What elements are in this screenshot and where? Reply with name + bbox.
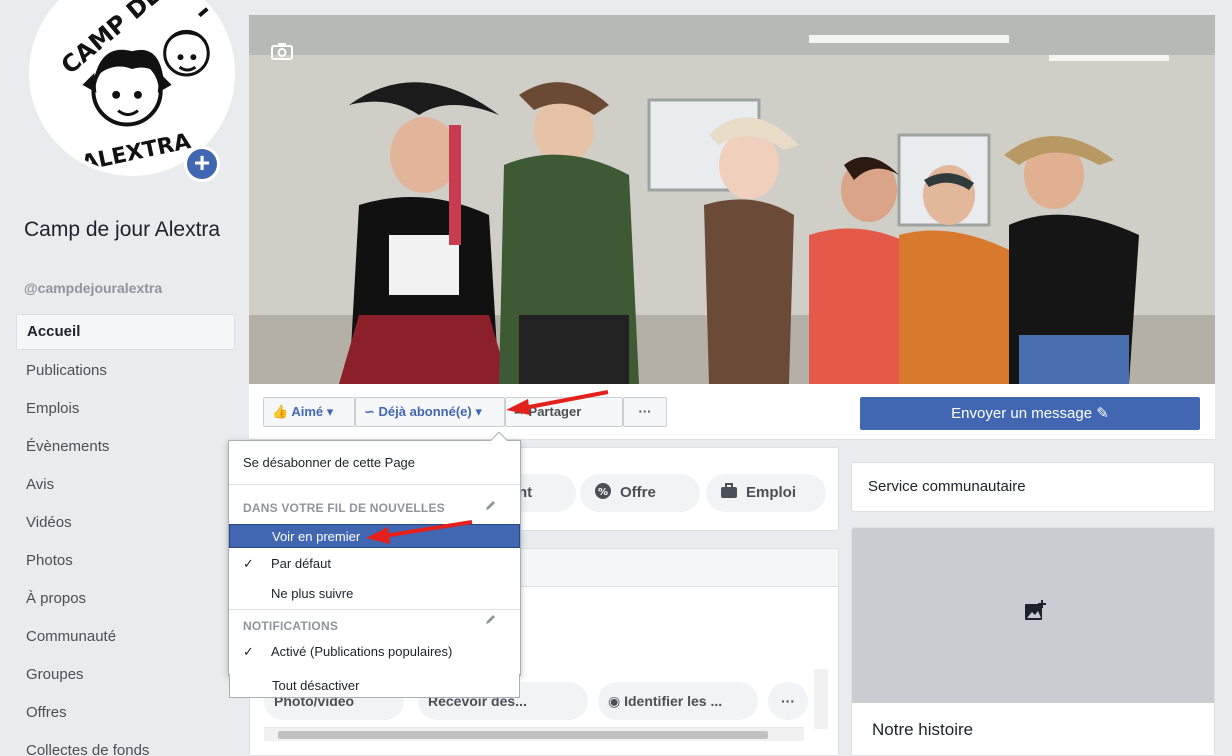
liked-label: Aimé — [291, 404, 324, 419]
sidebar-item-a-propos[interactable]: À propos — [16, 580, 235, 618]
more-button[interactable]: ··· — [623, 397, 667, 427]
unfollow-label: Ne plus suivre — [271, 586, 354, 601]
sidebar-item-accueil[interactable]: Accueil — [16, 314, 235, 350]
send-message-label: Envoyer un message — [951, 405, 1093, 422]
sidebar-item-offres[interactable]: Offres — [16, 694, 235, 732]
sidebar-item-groupes[interactable]: Groupes — [16, 656, 235, 694]
annotation-arrow-icon — [506, 390, 609, 415]
vertical-scrollbar[interactable] — [814, 669, 828, 729]
page-action-bar: 👍 Aimé ▾ ∽ Déjà abonné(e) ▾ ➦ Partager ·… — [249, 384, 1215, 440]
sidebar-item-collectes[interactable]: Collectes de fonds — [16, 732, 235, 756]
cover-photo-image — [249, 15, 1215, 384]
rss-icon: ∽ — [364, 404, 375, 419]
sidebar-item-evenements[interactable]: Évènements — [16, 428, 235, 466]
page-handle[interactable]: @campdejouralextra — [24, 280, 162, 296]
feed-section-header: DANS VOTRE FIL DE NOUVELLES — [243, 501, 445, 515]
story-image-placeholder[interactable] — [852, 528, 1214, 703]
following-label: Déjà abonné(e) — [378, 404, 472, 419]
default-label: Par défaut — [271, 556, 331, 571]
story-card: Notre histoire — [851, 527, 1215, 756]
following-button[interactable]: ∽ Déjà abonné(e) ▾ — [355, 397, 505, 427]
job-button[interactable]: Emploi — [706, 474, 826, 512]
checkmark-icon: ✓ — [243, 556, 254, 571]
notifications-on-item[interactable]: ✓ Activé (Publications populaires) — [229, 640, 520, 664]
sidebar-item-videos[interactable]: Vidéos — [16, 504, 235, 542]
add-photo-icon — [1025, 600, 1046, 620]
offer-label: Offre — [620, 484, 656, 501]
unsubscribe-item[interactable]: Se désabonner de cette Page — [229, 451, 520, 475]
send-message-button[interactable]: Envoyer un message ✎ — [860, 397, 1200, 430]
sidebar-nav: Accueil Publications Emplois Évènements … — [16, 314, 235, 756]
job-label: Emploi — [746, 484, 797, 501]
chevron-down-icon: ▾ — [475, 404, 482, 419]
story-title: Notre histoire — [872, 720, 974, 739]
unsubscribe-label: Se désabonner de cette Page — [243, 455, 416, 470]
camera-icon[interactable] — [271, 42, 293, 60]
page-title: Camp de jour Alextra — [24, 218, 221, 241]
svg-text:%: % — [598, 487, 608, 498]
notifications-section-header: NOTIFICATIONS — [243, 619, 339, 633]
horizontal-scrollbar[interactable] — [264, 727, 804, 741]
checkmark-icon: ✓ — [243, 644, 254, 659]
thumbs-up-icon: 👍 — [272, 404, 289, 419]
sidebar-item-emplois[interactable]: Emplois — [16, 390, 235, 428]
liked-button[interactable]: 👍 Aimé ▾ — [263, 397, 355, 427]
all-off-item[interactable]: Tout désactiver — [229, 674, 520, 698]
tag-button[interactable]: ◉ Identifier les ... — [598, 682, 758, 720]
tag-icon: ◉ — [608, 693, 621, 709]
sidebar-item-photos[interactable]: Photos — [16, 542, 235, 580]
unfollow-item[interactable]: Ne plus suivre — [229, 582, 520, 606]
sidebar-item-communaute[interactable]: Communauté — [16, 618, 235, 656]
sidebar-item-publications[interactable]: Publications — [16, 352, 235, 390]
briefcase-icon — [721, 483, 737, 498]
see-first-label: Voir en premier — [272, 529, 361, 544]
offer-button[interactable]: % Offre — [580, 474, 700, 512]
percent-icon: % — [595, 483, 611, 499]
dropdown-divider — [229, 484, 520, 485]
scrollbar-thumb[interactable] — [278, 731, 768, 739]
sidebar-item-avis[interactable]: Avis — [16, 466, 235, 504]
pencil-icon[interactable] — [485, 499, 497, 511]
pencil-icon[interactable] — [485, 613, 497, 625]
notifications-on-label: Activé (Publications populaires) — [271, 644, 453, 659]
composer-more-button[interactable]: ··· — [768, 682, 808, 720]
annotation-arrow-icon — [366, 520, 473, 544]
add-avatar-button[interactable]: + — [184, 146, 220, 182]
cover-photo[interactable] — [249, 15, 1215, 384]
tag-label: Identifier les ... — [624, 693, 723, 709]
dropdown-divider — [229, 609, 520, 610]
pencil-icon: ✎ — [1096, 405, 1109, 422]
default-item[interactable]: ✓ Par défaut — [229, 552, 520, 576]
page-category[interactable]: Service communautaire — [851, 462, 1215, 512]
following-dropdown-menu: Se désabonner de cette Page DANS VOTRE F… — [228, 431, 521, 676]
all-off-label: Tout désactiver — [272, 678, 360, 693]
chevron-down-icon: ▾ — [326, 404, 334, 419]
